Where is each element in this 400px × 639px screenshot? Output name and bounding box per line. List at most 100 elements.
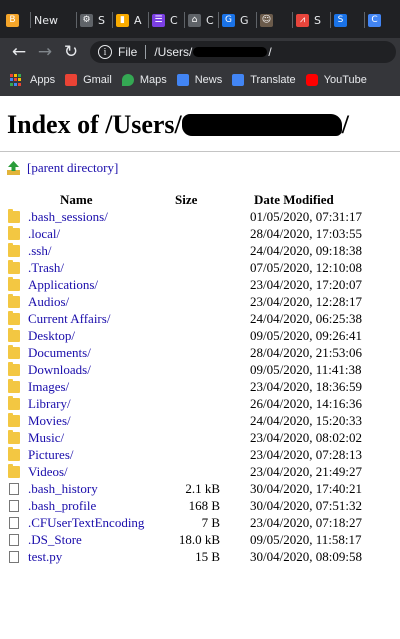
- table-row: Videos/23/04/2020, 21:49:27: [0, 464, 400, 481]
- bookmark-label: Apps: [30, 74, 56, 86]
- file-table: Name Size Date Modified .bash_sessions/0…: [0, 192, 400, 566]
- table-row: test.py 15 B 30/04/2020, 08:09:58: [0, 549, 400, 566]
- browser-tab[interactable]: B: [6, 6, 24, 34]
- tab-title: S: [314, 13, 321, 27]
- browser-tab[interactable]: ▮ A: [116, 6, 142, 34]
- browser-tab[interactable]: ⌂ C: [188, 6, 214, 34]
- file-name-link[interactable]: Documents/: [28, 345, 91, 361]
- browser-tab[interactable]: GG: [222, 6, 249, 34]
- tab-title: C: [170, 13, 178, 27]
- browser-tab[interactable]: ⚙ S: [80, 6, 105, 34]
- file-date-modified: 23/04/2020, 17:20:07: [250, 277, 362, 292]
- file-name-link[interactable]: Images/: [28, 379, 69, 395]
- file-name-link[interactable]: .ssh/: [28, 243, 51, 259]
- file-size: 2.1 kB: [185, 481, 220, 496]
- column-name-header[interactable]: Name: [60, 192, 93, 208]
- bookmark-apps[interactable]: Apps: [10, 74, 55, 86]
- file-name-link[interactable]: Videos/: [28, 464, 68, 480]
- bookmark-gmail[interactable]: Gmail: [65, 74, 112, 86]
- file-name-link[interactable]: Applications/: [28, 277, 98, 293]
- file-size: 15 B: [195, 549, 220, 564]
- browser-tab[interactable]: New: [34, 6, 58, 34]
- folder-icon: [8, 226, 20, 240]
- folder-icon: [8, 413, 20, 427]
- news-icon: [176, 74, 189, 86]
- browser-tab[interactable]: ⩘ S: [296, 6, 321, 34]
- folder-icon: [8, 260, 20, 274]
- file-date-modified: 23/04/2020, 07:18:27: [250, 515, 362, 530]
- folder-icon: [8, 243, 20, 257]
- file-date-modified: 24/04/2020, 15:20:33: [250, 413, 362, 428]
- address-bar[interactable]: i File /Users/ /: [90, 41, 396, 63]
- browser-tab[interactable]: ☰ C: [152, 6, 178, 34]
- parent-directory-link[interactable]: [parent directory]: [7, 160, 118, 176]
- file-name-link[interactable]: Current Affairs/: [28, 311, 110, 327]
- file-name-link[interactable]: Library/: [28, 396, 71, 412]
- file-name-link[interactable]: Downloads/: [28, 362, 91, 378]
- tab-separator: [256, 12, 257, 28]
- table-row: .bash_sessions/01/05/2020, 07:31:17: [0, 209, 400, 226]
- table-row: Applications/23/04/2020, 17:20:07: [0, 277, 400, 294]
- tab-favicon-icon: G: [222, 13, 235, 27]
- browser-tab[interactable]: S: [334, 6, 352, 34]
- file-name-link[interactable]: .bash_sessions/: [28, 209, 108, 225]
- table-row: .CFUserTextEncoding 7 B 23/04/2020, 07:18:…: [0, 515, 400, 532]
- translate-icon: [232, 74, 245, 86]
- table-row: Pictures/23/04/2020, 07:28:13: [0, 447, 400, 464]
- file-name-link[interactable]: Audios/: [28, 294, 69, 310]
- file-name-link[interactable]: .bash_history: [28, 481, 98, 497]
- file-name-link[interactable]: Pictures/: [28, 447, 74, 463]
- tab-favicon-icon: C: [368, 13, 381, 27]
- folder-icon: [8, 447, 20, 461]
- bookmark-translate[interactable]: Translate: [232, 74, 296, 86]
- file-date-modified: 09/05/2020, 09:26:41: [250, 328, 362, 343]
- file-name-link[interactable]: Movies/: [28, 413, 71, 429]
- file-name-link[interactable]: .bash_profile: [28, 498, 96, 514]
- folder-icon: [8, 396, 20, 410]
- file-icon: [9, 551, 19, 563]
- divider: [0, 151, 400, 152]
- file-name-link[interactable]: .Trash/: [28, 260, 64, 276]
- bookmark-news[interactable]: News: [176, 74, 222, 86]
- youtube-icon: [305, 74, 318, 86]
- file-date-modified: 23/04/2020, 21:49:27: [250, 464, 362, 479]
- tab-separator: [148, 12, 149, 28]
- tab-strip: B New ⚙ S ▮ A ☰ C ⌂ C G G ☺ ⩘ S S C: [0, 0, 400, 38]
- folder-icon: [8, 379, 20, 393]
- up-arrow-icon: [7, 161, 20, 175]
- browser-tab[interactable]: ☺: [260, 6, 278, 34]
- reload-icon[interactable]: ↻: [58, 39, 84, 65]
- bookmark-youtube[interactable]: YouTube: [305, 74, 367, 86]
- bookmark-label: YouTube: [323, 74, 367, 86]
- browser-tab[interactable]: C: [368, 6, 386, 34]
- bookmark-label: Gmail: [83, 74, 112, 86]
- file-icon: [9, 483, 19, 495]
- column-date-header[interactable]: Date Modified: [254, 192, 334, 208]
- bookmarks-bar: Apps Gmail Maps News Translate YouTube: [0, 66, 400, 94]
- table-row: Images/23/04/2020, 18:36:59: [0, 379, 400, 396]
- page-title-prefix: Index of /Users/: [7, 110, 182, 139]
- table-row: .Trash/07/05/2020, 12:10:08: [0, 260, 400, 277]
- forward-arrow-icon[interactable]: →: [32, 39, 58, 65]
- file-name-link[interactable]: Music/: [28, 430, 64, 446]
- info-icon[interactable]: i: [98, 45, 112, 59]
- column-size-header[interactable]: Size: [175, 192, 197, 208]
- bookmark-maps[interactable]: Maps: [121, 74, 167, 86]
- tab-favicon-icon: ▮: [116, 13, 129, 27]
- file-name-link[interactable]: test.py: [28, 549, 62, 565]
- tab-separator: [76, 12, 77, 28]
- redacted-username: [193, 47, 268, 57]
- back-arrow-icon[interactable]: ←: [6, 39, 32, 65]
- tab-separator: [112, 12, 113, 28]
- folder-icon: [8, 345, 20, 359]
- file-name-link[interactable]: .DS_Store: [28, 532, 82, 548]
- file-size: 7 B: [201, 515, 220, 530]
- file-name-link[interactable]: .local/: [28, 226, 60, 242]
- table-row: .DS_Store 18.0 kB 09/05/2020, 11:58:17: [0, 532, 400, 549]
- file-name-link[interactable]: Desktop/: [28, 328, 75, 344]
- file-name-link[interactable]: .CFUserTextEncoding: [28, 515, 144, 531]
- tab-separator: [364, 12, 365, 28]
- table-row: Documents/28/04/2020, 21:53:06: [0, 345, 400, 362]
- tab-favicon-icon: B: [6, 13, 19, 27]
- page-title: Index of /Users/ /: [7, 110, 349, 140]
